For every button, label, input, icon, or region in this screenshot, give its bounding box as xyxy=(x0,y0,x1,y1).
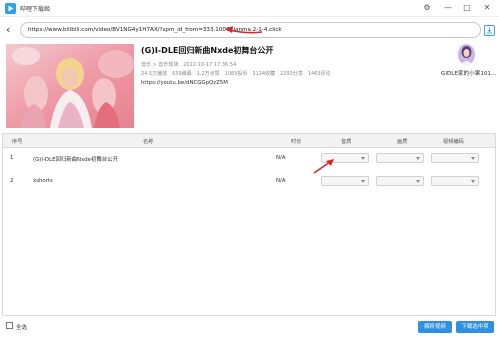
chevron-down-icon xyxy=(416,157,420,160)
video-date: 2022-10-17 17:36:54 xyxy=(183,62,237,68)
chevron-down-icon xyxy=(471,180,475,183)
url-text[interactable]: https://www.bilibili.com/video/BV1NG4y1H… xyxy=(28,27,282,33)
video-quality-select[interactable] xyxy=(376,153,424,163)
video-source-link[interactable]: https://youtu.be/dNCGGpQzZ5M xyxy=(141,80,228,86)
app-logo-icon xyxy=(5,3,16,14)
audio-quality-select[interactable] xyxy=(321,153,369,163)
parse-video-button[interactable]: 解析视频 xyxy=(418,321,452,333)
row-index: 1 xyxy=(10,155,14,161)
chevron-down-icon xyxy=(361,157,365,160)
column-video-quality: 画质 xyxy=(397,139,408,145)
window-title: 哔哩下载姬 xyxy=(20,6,51,13)
minimize-button[interactable]: — xyxy=(441,2,455,14)
download-selected-button[interactable]: 下载选中项 xyxy=(456,321,494,333)
column-audio-quality: 音质 xyxy=(341,139,352,145)
chevron-down-icon xyxy=(416,180,420,183)
close-button[interactable]: ✕ xyxy=(480,2,494,14)
stat-likes: 1.2万点赞 xyxy=(196,71,220,77)
column-name: 名称 xyxy=(143,139,154,145)
video-codec-select[interactable] xyxy=(431,176,479,186)
author-avatar[interactable] xyxy=(458,44,475,65)
column-video-codec: 视频编码 xyxy=(443,139,464,145)
back-arrow-icon[interactable]: ‹ xyxy=(6,24,16,36)
column-index: 序号 xyxy=(12,139,23,145)
audio-quality-select[interactable] xyxy=(321,176,369,186)
chevron-down-icon xyxy=(361,180,365,183)
video-quality-select[interactable] xyxy=(376,176,424,186)
video-list-table: 序号 名称 时长 音质 画质 视频编码 1 (G)I-DLE回归新曲Nxde初舞… xyxy=(2,133,496,316)
video-thumbnail xyxy=(6,44,134,128)
author-name[interactable]: GIDLE家的小果101... xyxy=(441,69,496,77)
stat-danmaku: 659弹幕 xyxy=(172,71,192,77)
table-header: 序号 名称 时长 音质 画质 视频编码 xyxy=(3,134,495,148)
row-duration: N/A xyxy=(276,155,286,161)
column-duration: 时长 xyxy=(291,139,302,145)
stat-coins: 1083投币 xyxy=(224,71,248,77)
url-input[interactable]: https://www.bilibili.com/video/BV1NG4y1H… xyxy=(20,22,481,38)
chevron-down-icon xyxy=(471,157,475,160)
stat-shares: 2293分享 xyxy=(280,71,303,77)
select-all-checkbox[interactable] xyxy=(6,322,13,329)
video-title: (G)I-DLE回归新曲Nxde初舞台公开 xyxy=(141,46,274,55)
video-codec-select[interactable] xyxy=(431,153,479,163)
stat-comments: 1463评论 xyxy=(307,71,331,77)
row-name: xshorts xyxy=(33,178,53,184)
settings-icon[interactable]: ⚙ xyxy=(420,2,434,14)
title-bar: 哔哩下载姬 ⚙ — □ ✕ xyxy=(0,0,499,17)
video-category-date: 音乐 > 音乐现场 2022-10-17 17:36:54 xyxy=(141,61,236,68)
video-category: 音乐 > 音乐现场 xyxy=(141,62,179,68)
row-name: (G)I-DLE回归新曲Nxde初舞台公开 xyxy=(33,157,118,163)
row-duration: N/A xyxy=(276,178,286,184)
maximize-button[interactable]: □ xyxy=(460,2,474,14)
select-all-label[interactable]: 全选 xyxy=(16,323,27,331)
stat-views: 24.5万播放 xyxy=(141,71,168,77)
download-icon[interactable] xyxy=(484,25,495,36)
stat-favorites: 3124收藏 xyxy=(252,71,276,77)
video-stats: 24.5万播放 659弹幕 1.2万点赞 1083投币 3124收藏 2293分享 1463… xyxy=(141,70,336,77)
row-index: 2 xyxy=(10,178,14,184)
